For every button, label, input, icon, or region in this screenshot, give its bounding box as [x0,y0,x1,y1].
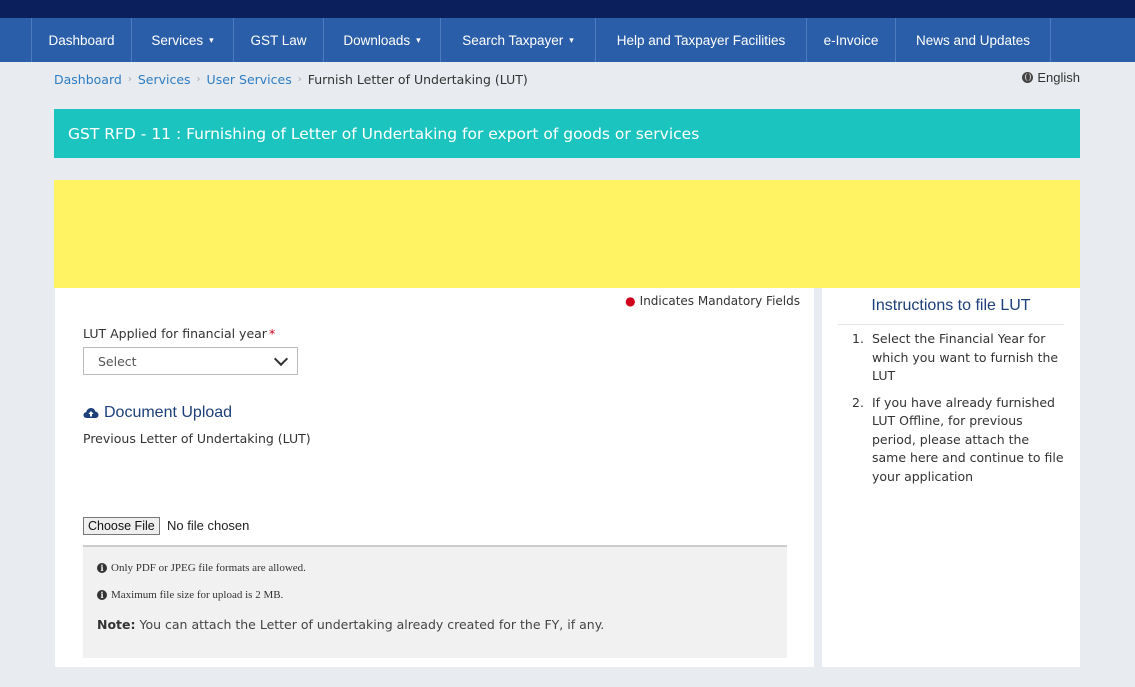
file-status: No file chosen [167,518,250,533]
lut-form-panel: ● Indicates Mandatory Fields LUT Applied … [55,288,814,667]
caret-down-icon: ▾ [569,34,574,45]
info-icon: i [97,563,107,573]
nav-item-dashboard[interactable]: Dashboard [32,18,132,62]
upload-note: Note: You can attach the Letter of under… [97,617,605,632]
fy-select-value: Select [98,353,137,369]
breadcrumb-services[interactable]: Services [138,72,191,87]
notice-banner [54,180,1080,288]
chevron-right-icon: › [297,73,302,85]
caret-down-icon: ▾ [209,34,214,45]
breadcrumb-user-services[interactable]: User Services [207,72,292,87]
info-formats: i Only PDF or JPEG file formats are allow… [97,562,306,574]
info-icon: i [97,590,107,600]
breadcrumb-current: Furnish Letter of Undertaking (LUT) [307,71,528,87]
upload-info-box: i Only PDF or JPEG file formats are allow… [83,545,787,658]
cloud-upload-icon [83,408,99,418]
mandatory-note: ● Indicates Mandatory Fields [625,294,800,308]
main-nav: Dashboard Services ▾ GST Law Downloads ▾ S… [0,18,1135,62]
nav-item-gst-law[interactable]: GST Law [234,18,324,62]
financial-year-select[interactable]: Select [83,347,298,375]
nav-item-search-taxpayer[interactable]: Search Taxpayer ▾ [441,18,596,62]
chevron-down-icon [273,351,289,366]
nav-item-e-invoice[interactable]: e-Invoice [807,18,896,62]
language-label: English [1037,70,1080,85]
nav-item-news[interactable]: News and Updates [896,18,1051,62]
nav-item-help[interactable]: Help and Taxpayer Facilities [596,18,807,62]
language-selector[interactable]: English [1022,70,1080,85]
chevron-right-icon: › [196,73,201,85]
breadcrumb: Dashboard › Services › User Services › F… [54,70,528,88]
nav-items: Dashboard Services ▾ GST Law Downloads ▾ S… [31,18,1051,62]
mandatory-dot-icon: ● [625,294,636,308]
document-upload-heading: Document Upload [83,404,232,422]
nav-item-services[interactable]: Services ▾ [132,18,234,62]
nav-item-downloads[interactable]: Downloads ▾ [324,18,441,62]
page-title: GST RFD - 11 : Furnishing of Letter of U… [68,124,700,143]
instructions-list: 1. Select the Financial Year for which yo… [852,330,1066,494]
info-size: i Maximum file size for upload is 2 MB. [97,589,283,601]
instructions-panel: Instructions to file LUT 1. Select the Fi… [822,288,1080,667]
breadcrumb-dashboard[interactable]: Dashboard [54,72,122,87]
globe-icon [1022,72,1034,83]
caret-down-icon: ▾ [416,34,421,45]
divider [838,324,1064,325]
chevron-right-icon: › [127,73,132,85]
choose-file-button[interactable]: Choose File [83,517,160,535]
top-strip [0,0,1135,18]
page-title-bar: GST RFD - 11 : Furnishing of Letter of U… [54,109,1080,158]
instruction-item: 1. Select the Financial Year for which yo… [852,331,1059,383]
required-marker: * [268,326,276,341]
fy-label: LUT Applied for financial year * [83,326,276,341]
instruction-item: 2. If you have already furnished LUT Offl… [852,394,1064,484]
document-upload-sub: Previous Letter of Undertaking (LUT) [83,431,311,446]
instructions-title: Instructions to file LUT [871,297,1031,314]
